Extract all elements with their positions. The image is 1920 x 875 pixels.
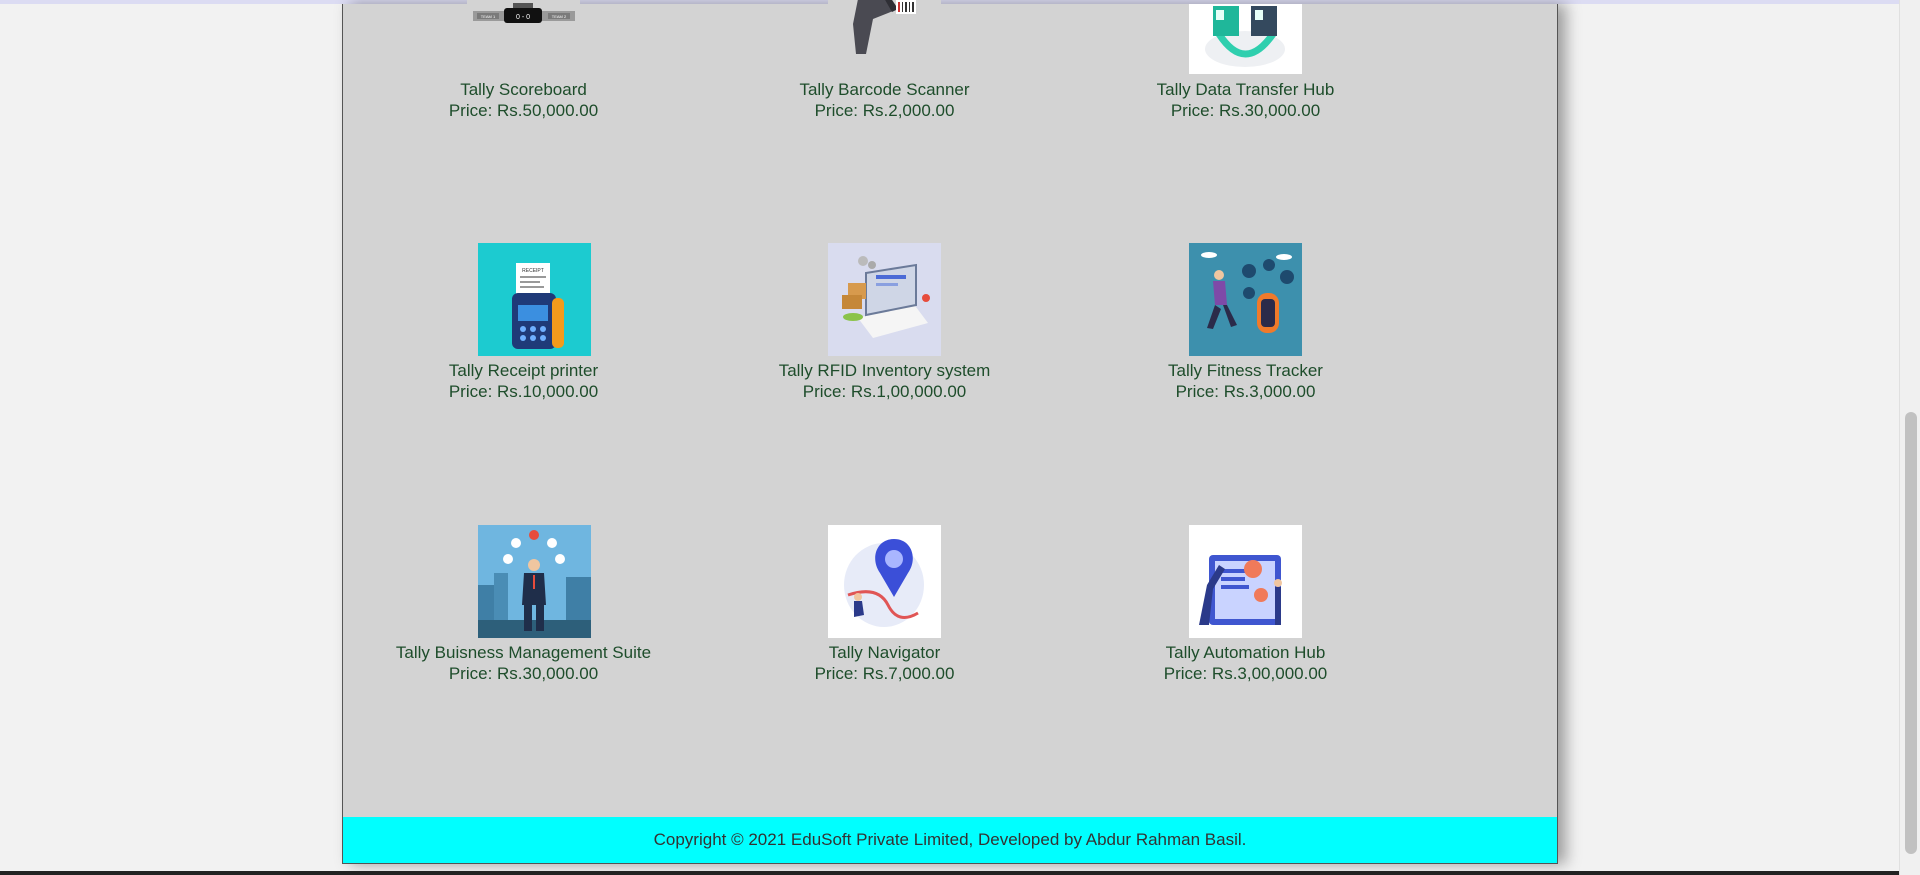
- product-name: Tally Navigator: [828, 643, 941, 662]
- product-price: Price: Rs.2,000.00: [814, 101, 955, 120]
- product-price: Price: Rs.30,000.00: [448, 664, 599, 683]
- receipt-printer-image: RECEIPT: [478, 243, 591, 356]
- product-price: Price: Rs.50,000.00: [448, 101, 599, 120]
- product-name: Tally Receipt printer: [448, 361, 599, 380]
- product-price: Price: Rs.3,000.00: [1175, 382, 1316, 401]
- product-price: Price: Rs.1,00,000.00: [802, 382, 967, 401]
- product-price: Price: Rs.30,000.00: [1170, 101, 1321, 120]
- barcode-scanner-image: [828, 0, 941, 58]
- product-price: Price: Rs.3,00,000.00: [1163, 664, 1328, 683]
- scoreboard-image: TEAM 1 TEAM 2 0 - 0: [467, 0, 580, 30]
- rfid-inventory-image: [828, 243, 941, 356]
- svg-text:TEAM 1: TEAM 1: [481, 14, 496, 19]
- product-name: Tally Buisness Management Suite: [395, 643, 652, 662]
- svg-text:TEAM 2: TEAM 2: [552, 14, 567, 19]
- product-name: Tally Barcode Scanner: [799, 80, 970, 99]
- navigator-image: [828, 525, 941, 638]
- svg-text:0 - 0: 0 - 0: [516, 14, 530, 21]
- product-price: Price: Rs.10,000.00: [448, 382, 599, 401]
- vertical-scrollbar[interactable]: [1899, 0, 1920, 875]
- product-name: Tally Scoreboard: [460, 80, 587, 99]
- main-content: TEAM 1 TEAM 2 0 - 0 Tally Scoreboard Pri…: [342, 0, 1558, 864]
- fitness-tracker-image: [1189, 243, 1302, 356]
- product-name: Tally Fitness Tracker: [1168, 361, 1323, 380]
- product-name: Tally Automation Hub: [1165, 643, 1326, 662]
- svg-text:RECEIPT: RECEIPT: [522, 268, 544, 274]
- product-name: Tally RFID Inventory system: [778, 361, 991, 380]
- product-price: Price: Rs.7,000.00: [814, 664, 955, 683]
- copyright-text: Copyright © 2021 EduSoft Private Limited…: [653, 830, 1247, 849]
- scrollbar-thumb[interactable]: [1905, 412, 1917, 854]
- product-name: Tally Data Transfer Hub: [1156, 80, 1335, 99]
- business-suite-image: [478, 525, 591, 638]
- footer: Copyright © 2021 EduSoft Private Limited…: [343, 817, 1557, 863]
- data-transfer-image: [1189, 4, 1302, 74]
- window-bottom-edge: [0, 871, 1899, 875]
- automation-hub-image: [1189, 525, 1302, 638]
